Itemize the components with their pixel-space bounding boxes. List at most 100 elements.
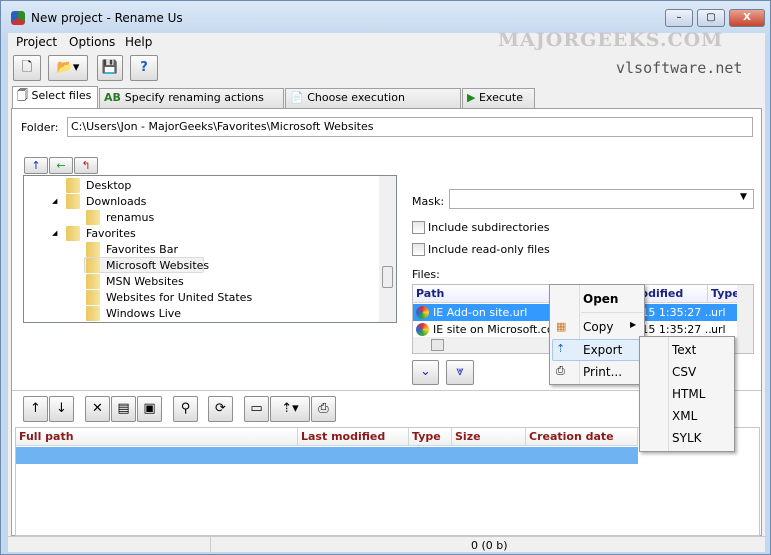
up-folder-button[interactable]: ↑ — [24, 157, 48, 174]
mask-combobox[interactable] — [449, 189, 754, 209]
add-all-button[interactable]: ⩔ — [446, 360, 474, 385]
mask-label: Mask: — [412, 195, 445, 208]
folder-icon — [66, 226, 80, 241]
app-icon — [11, 11, 25, 25]
menu-item-open[interactable]: Open — [550, 288, 643, 310]
status-count: 0 (0 b) — [471, 539, 508, 552]
url-file-icon — [416, 323, 429, 336]
help-button[interactable]: ? — [130, 55, 158, 81]
parameters-icon: 📄 — [290, 91, 308, 104]
folder-tree[interactable]: Desktop ◢ Downloads renamus ◢ Favorites Favori… — [23, 175, 397, 323]
column-creation-date[interactable]: Creation date — [526, 428, 638, 446]
minimize-button[interactable]: – — [665, 9, 693, 27]
column-full-path[interactable]: Full path — [16, 428, 298, 446]
file-path: IE site on Microsoft.com — [433, 323, 565, 336]
menu-bar: Project Options Help MAJORGEEKS.COM — [8, 29, 765, 51]
folder-icon — [86, 242, 100, 257]
tree-item[interactable]: Microsoft Websites — [106, 259, 209, 272]
back-button[interactable]: ← — [49, 157, 73, 174]
open-project-button[interactable]: 📂▾ — [48, 55, 88, 81]
tree-item[interactable]: Downloads — [86, 195, 146, 208]
menu-options[interactable]: Options — [69, 35, 115, 49]
watermark: MAJORGEEKS.COM — [498, 29, 724, 51]
file-type: url — [711, 323, 726, 336]
column-type[interactable]: Type — [708, 285, 738, 303]
include-subdirectories-checkbox[interactable] — [412, 221, 425, 234]
tree-item[interactable]: Favorites — [86, 227, 136, 240]
tree-item[interactable]: renamus — [106, 211, 154, 224]
tab-renaming-actions[interactable]: AB Specify renaming actions (rules) — [99, 88, 284, 122]
export-submenu: Text CSV HTML XML SYLK — [639, 336, 735, 452]
remove-all-button[interactable]: ▣ — [137, 396, 162, 422]
main-window: New project - Rename Us – ▢ X Project Op… — [0, 0, 771, 555]
tree-item[interactable]: MSN Websites — [106, 275, 184, 288]
brand-text: vlsoftware.net — [616, 59, 743, 77]
folder-icon — [66, 178, 80, 193]
export-option-xml[interactable]: XML — [640, 405, 733, 427]
include-readonly-checkbox[interactable] — [412, 243, 425, 256]
move-down-button[interactable]: ↓ — [49, 396, 74, 422]
tab-execute[interactable]: ▶ Execute — [462, 88, 535, 108]
remove-button[interactable]: ✕ — [85, 396, 110, 422]
export-option-sylk[interactable]: SYLK — [640, 427, 733, 449]
file-type: url — [711, 306, 726, 319]
new-project-button[interactable]: 🗋 — [13, 55, 41, 81]
folder-icon — [86, 210, 100, 225]
close-button[interactable]: X — [729, 9, 765, 27]
save-project-button[interactable]: 💾 — [97, 55, 123, 81]
return-button[interactable]: ↰ — [74, 157, 98, 174]
chevron-down-icon[interactable]: ▼ — [740, 192, 747, 202]
tree-scrollbar-thumb[interactable] — [382, 266, 393, 288]
remove-invalid-button[interactable]: ▤ — [111, 396, 136, 422]
url-file-icon — [416, 306, 429, 319]
file-path: IE Add-on site.url — [433, 306, 528, 319]
find-icon[interactable]: ⚲ — [173, 396, 198, 422]
expand-arrow-icon[interactable]: ◢ — [52, 197, 57, 205]
menu-project[interactable]: Project — [16, 35, 57, 49]
tab-select-files[interactable]: 🗍 Select files — [12, 86, 98, 109]
column-size[interactable]: Size — [452, 428, 526, 446]
ab-icon: AB — [104, 91, 125, 104]
export-option-csv[interactable]: CSV — [640, 361, 733, 383]
files-hscrollbar-thumb[interactable] — [431, 339, 444, 351]
include-subdirectories-label: Include subdirectories — [428, 221, 550, 234]
submenu-arrow-icon: ▶ — [630, 320, 637, 329]
folder-icon — [86, 306, 100, 321]
tree-item[interactable]: Websites for United States — [106, 291, 252, 304]
add-selected-button[interactable]: ⌄ — [412, 360, 439, 385]
export-option-text[interactable]: Text — [640, 339, 733, 361]
tab-execution-parameters[interactable]: 📄 Choose execution parameters — [285, 88, 461, 122]
tree-item[interactable]: Desktop — [86, 179, 131, 192]
tree-item[interactable]: Favorites Bar — [106, 243, 178, 256]
expand-arrow-icon[interactable]: ◢ — [52, 229, 57, 237]
tree-item[interactable]: Windows Live — [106, 307, 181, 320]
play-icon: ▶ — [467, 91, 479, 104]
folder-icon — [86, 274, 100, 289]
menu-item-export[interactable]: Export — [550, 339, 643, 361]
column-type[interactable]: Type — [409, 428, 452, 446]
folder-icon — [86, 290, 100, 305]
printer-icon: ⎙ — [556, 364, 565, 377]
maximize-button[interactable]: ▢ — [697, 9, 725, 27]
print-icon[interactable]: ⎙ — [311, 396, 336, 422]
export-list-button[interactable]: ⇡▾ — [270, 396, 310, 422]
menu-help[interactable]: Help — [125, 35, 152, 49]
include-readonly-label: Include read-only files — [428, 243, 550, 256]
files-label: Files: — [412, 268, 440, 281]
export-option-html[interactable]: HTML — [640, 383, 733, 405]
move-up-button[interactable]: ↑ — [23, 396, 48, 422]
folder-icon — [66, 194, 80, 209]
refresh-button[interactable]: ⟳ — [208, 396, 233, 422]
client-area: Project Options Help MAJORGEEKS.COM 🗋 📂▾… — [8, 29, 765, 553]
folder-input[interactable]: C:\Users\Jon - MajorGeeks\Favorites\Micr… — [67, 117, 753, 137]
files-vscrollbar[interactable] — [737, 285, 753, 337]
table-row[interactable] — [16, 447, 638, 464]
folder-label: Folder: — [21, 121, 59, 134]
select-files-panel: Folder: C:\Users\Jon - MajorGeeks\Favori… — [11, 108, 762, 536]
tree-scrollbar[interactable] — [379, 176, 396, 322]
copy-list-button[interactable]: ▭ — [244, 396, 269, 422]
column-last-modified-date[interactable]: Last modified date — [298, 428, 409, 461]
status-bar: 0 (0 b) — [8, 536, 765, 553]
document-icon: 🗍 — [17, 89, 32, 102]
window-title: New project - Rename Us — [31, 11, 183, 25]
